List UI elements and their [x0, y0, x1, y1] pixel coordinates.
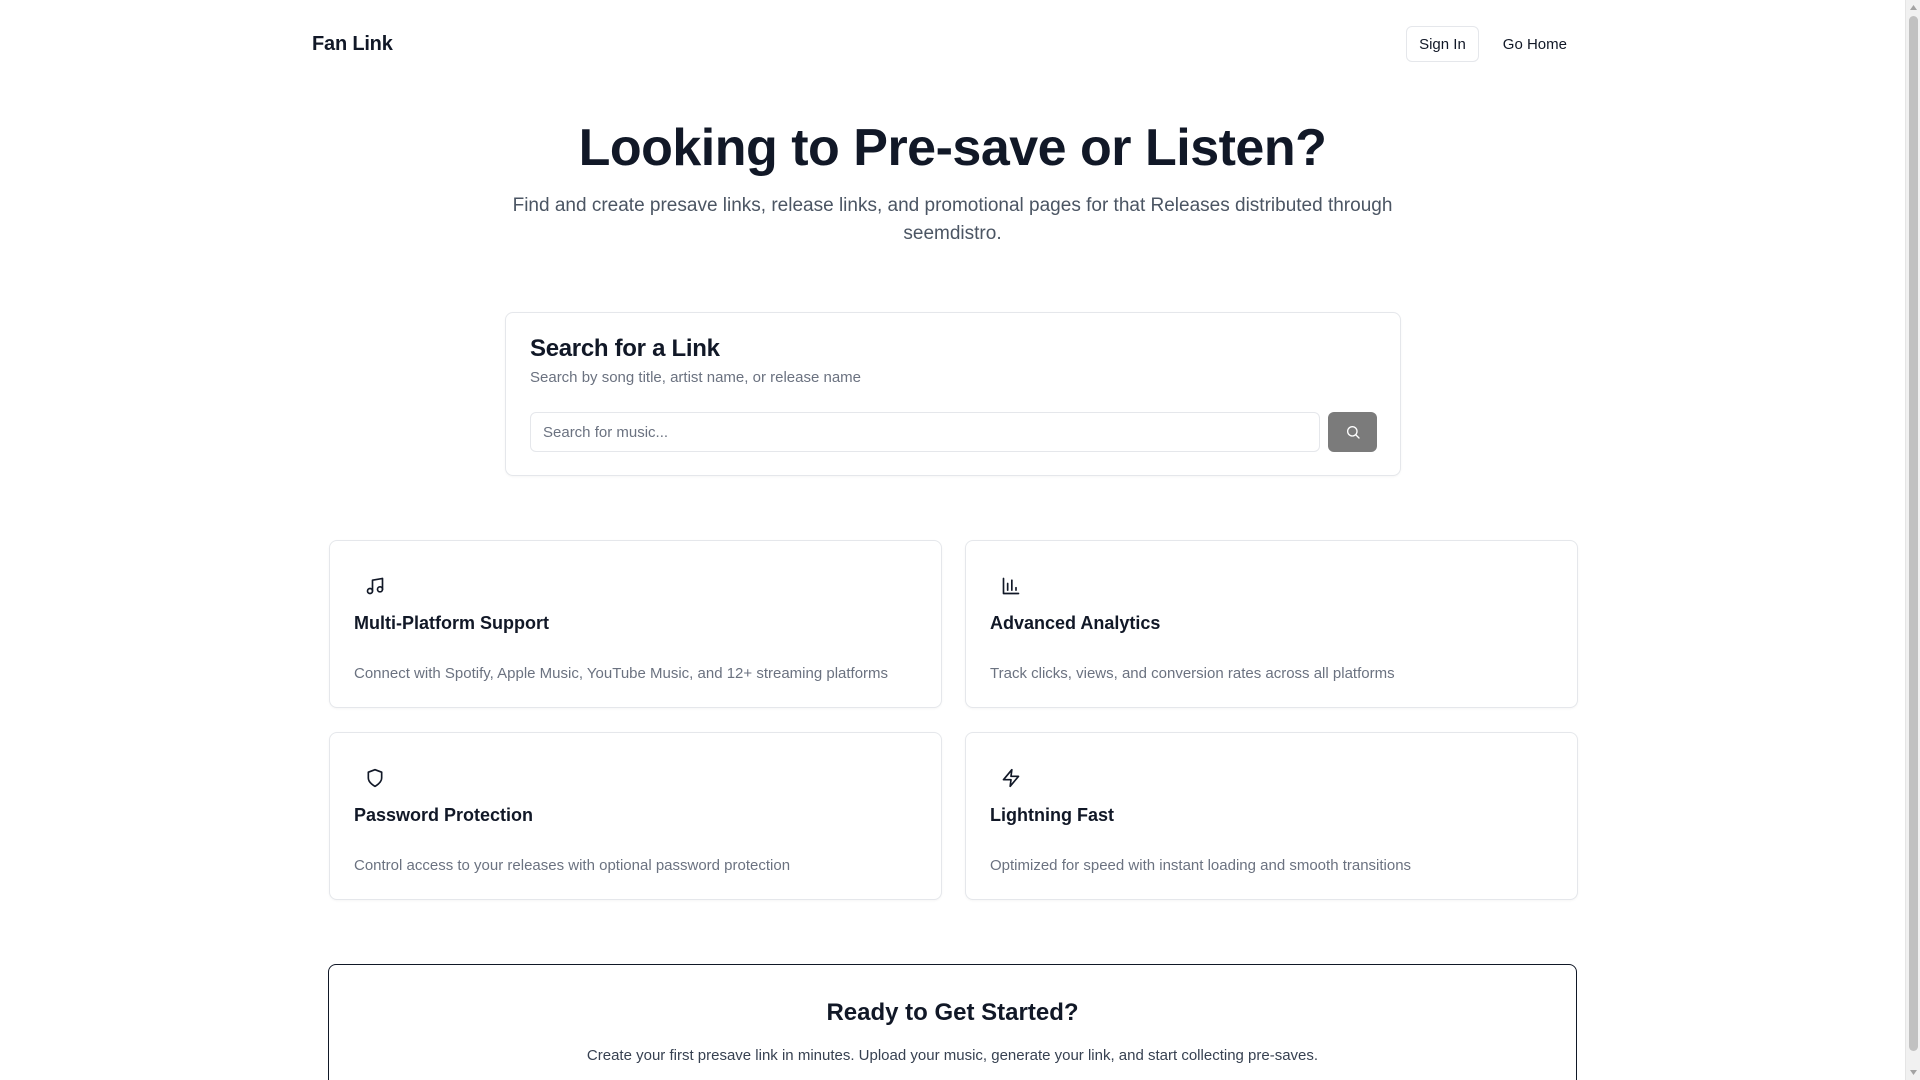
cta-description: Create your first presave link in minute…	[586, 1047, 1319, 1064]
feature-title: Lightning Fast	[990, 805, 1114, 825]
feature-description: Optimized for speed with instant loading…	[990, 857, 1412, 874]
scroll-up-arrow-icon[interactable]	[1906, 0, 1920, 15]
search-icon	[1345, 424, 1361, 440]
feature-card-password: Password Protection Control access to yo…	[329, 732, 942, 900]
cta-section: Ready to Get Started? Create your first …	[328, 964, 1577, 1080]
feature-description: Connect with Spotify, Apple Music, YouTu…	[354, 665, 889, 682]
feature-description: Track clicks, views, and conversion rate…	[990, 665, 1395, 682]
header-nav: Sign In Go Home	[1406, 26, 1577, 62]
hero-title: Looking to Pre-save or Listen?	[578, 119, 1327, 177]
feature-title: Password Protection	[354, 805, 534, 825]
feature-title: Advanced Analytics	[990, 613, 1161, 633]
search-card-title: Search for a Link	[530, 335, 720, 362]
site-header: Fan Link Sign In Go Home	[312, 26, 1577, 62]
scrollbar-thumb[interactable]	[1909, 16, 1918, 1051]
cta-title: Ready to Get Started?	[826, 999, 1079, 1026]
music-note-icon	[364, 575, 386, 597]
go-home-button[interactable]: Go Home	[1493, 26, 1577, 62]
scroll-down-arrow-icon[interactable]	[1906, 1065, 1920, 1080]
browser-viewport: Fan Link Sign In Go Home Looking to Pre-…	[0, 0, 1920, 1080]
feature-description: Control access to your releases with opt…	[354, 857, 791, 874]
feature-card-multi-platform: Multi-Platform Support Connect with Spot…	[329, 540, 942, 708]
vertical-scrollbar[interactable]	[1905, 0, 1920, 1080]
page: Fan Link Sign In Go Home Looking to Pre-…	[0, 0, 1905, 1080]
hero-subtitle: Find and create presave links, release l…	[512, 195, 1393, 244]
shield-icon	[364, 767, 386, 789]
brand-logo[interactable]: Fan Link	[312, 33, 393, 56]
feature-card-analytics: Advanced Analytics Track clicks, views, …	[965, 540, 1578, 708]
lightning-icon	[1000, 767, 1022, 789]
search-card-description: Search by song title, artist name, or re…	[530, 369, 861, 386]
bar-chart-icon	[1000, 575, 1022, 597]
feature-title: Multi-Platform Support	[354, 613, 549, 633]
search-button[interactable]	[1328, 412, 1377, 452]
feature-card-lightning: Lightning Fast Optimized for speed with …	[965, 732, 1578, 900]
search-input[interactable]	[530, 412, 1320, 452]
search-card: Search for a Link Search by song title, …	[505, 312, 1401, 476]
sign-in-button[interactable]: Sign In	[1406, 26, 1479, 62]
